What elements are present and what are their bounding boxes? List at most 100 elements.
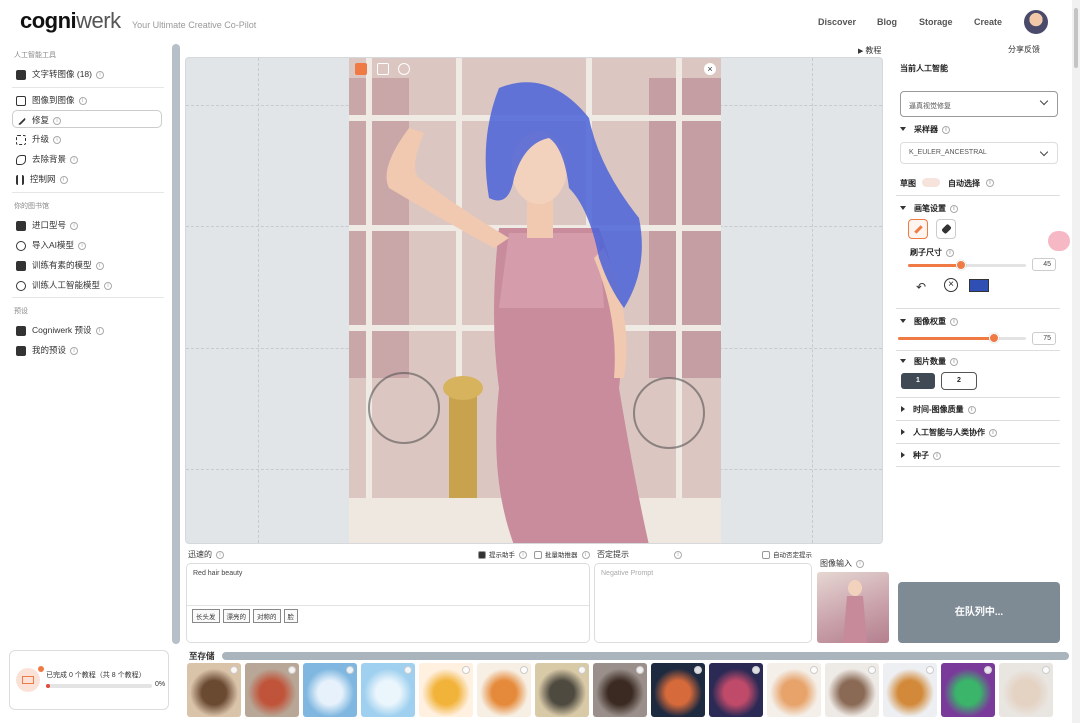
prompt-tag[interactable]: 长头发 (192, 609, 220, 623)
logo[interactable]: cogniwerk (20, 8, 121, 34)
info-icon[interactable]: i (104, 281, 113, 290)
info-icon[interactable]: i (53, 116, 62, 125)
sampler-header[interactable]: 采样器 i (896, 124, 1060, 135)
nav-discover[interactable]: Discover (818, 17, 856, 27)
gallery-thumbnail[interactable] (825, 663, 879, 717)
auto-negative-toggle[interactable]: 自动否定提示 (762, 549, 812, 560)
checkbox[interactable] (534, 551, 542, 560)
info-icon[interactable]: i (989, 428, 997, 437)
prompt-assist-toggle[interactable]: 提示助手 i (478, 549, 527, 560)
download-icon[interactable] (377, 63, 389, 75)
info-icon[interactable]: i (70, 155, 79, 164)
ai-human-header[interactable]: 人工智能与人类协作 i (896, 427, 1060, 438)
thumbnail-options-icon[interactable] (636, 666, 644, 674)
image-weight-value[interactable]: 75 (1032, 332, 1056, 345)
image-weight-slider[interactable] (898, 333, 1026, 343)
gallery-thumbnail[interactable] (361, 663, 415, 717)
info-icon[interactable]: i (216, 550, 224, 559)
info-icon[interactable]: i (70, 221, 79, 230)
image-count-option-1[interactable]: 1 (901, 373, 935, 389)
info-icon[interactable]: i (519, 551, 527, 560)
info-icon[interactable]: i (95, 70, 104, 79)
negative-prompt-input[interactable]: Negative Prompt (594, 563, 812, 643)
info-icon[interactable]: i (674, 551, 682, 559)
sidebar-item-import-ai-model[interactable]: 导入AI模型 i (12, 236, 162, 254)
sidebar-resizer[interactable] (172, 44, 180, 644)
brush-settings-header[interactable]: 画笔设置 i (896, 203, 1060, 214)
slider-handle[interactable] (956, 260, 966, 270)
info-icon[interactable]: i (95, 261, 104, 270)
info-icon[interactable]: i (59, 175, 68, 184)
feedback-link[interactable]: 分享反馈 (1008, 44, 1040, 55)
time-quality-header[interactable]: 时间-图像质量 i (896, 404, 1060, 415)
gallery-thumbnail[interactable] (651, 663, 705, 717)
info-icon[interactable]: i (78, 96, 87, 105)
thumbnail-options-icon[interactable] (288, 666, 296, 674)
thumbnail-options-icon[interactable] (752, 666, 760, 674)
slider-handle[interactable] (989, 333, 999, 343)
prompt-tag[interactable]: 脸 (283, 609, 298, 623)
sketch-toggle[interactable] (922, 178, 940, 187)
nav-create[interactable]: Create (974, 17, 1002, 27)
thumbnail-options-icon[interactable] (346, 666, 354, 674)
image-input-thumbnail[interactable] (817, 572, 889, 643)
checkbox[interactable] (478, 551, 486, 560)
thumbnail-options-icon[interactable] (810, 666, 818, 674)
thumbnail-options-icon[interactable] (694, 666, 702, 674)
seed-header[interactable]: 种子 i (896, 450, 1060, 461)
thumbnail-options-icon[interactable] (462, 666, 470, 674)
info-icon[interactable]: i (986, 179, 994, 187)
gallery-thumbnail[interactable] (419, 663, 473, 717)
info-icon[interactable]: i (942, 125, 950, 134)
tutorial-toggle[interactable]: ▶ 教程 (858, 45, 881, 56)
sidebar-item-image-to-image[interactable]: 图像到图像 i (12, 91, 162, 109)
sidebar-item-upscale[interactable]: 升级 i (12, 130, 162, 148)
prompt-tag[interactable]: 漂亮的 (222, 609, 250, 623)
thumbnail-options-icon[interactable] (578, 666, 586, 674)
undo-icon[interactable]: ↶ (916, 280, 926, 294)
image-count-option-2[interactable]: 2 (941, 372, 977, 390)
thumbnail-options-icon[interactable] (868, 666, 876, 674)
page-scrollbar[interactable] (1072, 0, 1080, 723)
thumbnail-options-icon[interactable] (230, 666, 238, 674)
gallery-thumbnail[interactable] (187, 663, 241, 717)
nav-blog[interactable]: Blog (877, 17, 897, 27)
batch-booster-toggle[interactable]: 批量助推器 i (534, 549, 590, 560)
info-icon[interactable]: i (856, 559, 864, 568)
brush-color-swatch[interactable] (969, 279, 989, 292)
sidebar-item-my-presets[interactable]: 我的预设 i (12, 341, 162, 359)
info-icon[interactable]: i (950, 357, 958, 366)
gallery-thumbnail[interactable] (245, 663, 299, 717)
thumbnail-options-icon[interactable] (984, 666, 992, 674)
sidebar-item-text-to-image[interactable]: 文字转图像 (18) i (12, 65, 162, 83)
clear-icon[interactable]: × (944, 278, 958, 292)
gallery-thumbnail[interactable] (593, 663, 647, 717)
info-icon[interactable]: i (53, 135, 62, 144)
info-icon[interactable]: i (950, 204, 958, 213)
gallery-thumbnail[interactable] (883, 663, 937, 717)
checkbox[interactable] (762, 551, 770, 560)
gallery-thumbnail[interactable] (941, 663, 995, 717)
sidebar-item-trained-models[interactable]: 训练有素的模型 i (12, 256, 162, 274)
scrollbar-thumb[interactable] (1074, 8, 1078, 68)
prompt-text[interactable]: Red hair beauty (193, 570, 583, 577)
sidebar-item-cogniwerk-presets[interactable]: Cogniwerk 预设 i (12, 321, 162, 339)
eraser-tool-button[interactable] (936, 219, 956, 239)
brush-mode-icon[interactable] (355, 63, 367, 75)
gallery-thumbnail[interactable] (767, 663, 821, 717)
info-icon[interactable]: i (946, 248, 954, 257)
gallery-thumbnail[interactable] (477, 663, 531, 717)
thumbnail-options-icon[interactable] (404, 666, 412, 674)
sidebar-item-inpaint[interactable]: 修复 i (12, 110, 162, 128)
thumbnail-options-icon[interactable] (520, 666, 528, 674)
info-icon[interactable]: i (967, 405, 976, 414)
gallery-drawer-handle[interactable] (222, 652, 1069, 660)
sidebar-item-controlnet[interactable]: 控制网 i (12, 170, 162, 188)
prompt-tag[interactable]: 对称的 (253, 609, 281, 623)
close-icon[interactable]: × (704, 63, 716, 75)
tutorial-progress-card[interactable]: 已完成 0 个教程（共 8 个教程） 0% (9, 650, 169, 710)
gallery-thumbnail[interactable] (535, 663, 589, 717)
inpaint-canvas[interactable]: × (185, 57, 883, 544)
info-icon[interactable]: i (70, 346, 79, 355)
prompt-input[interactable]: Red hair beauty 长头发 漂亮的 对称的脸 (186, 563, 590, 643)
